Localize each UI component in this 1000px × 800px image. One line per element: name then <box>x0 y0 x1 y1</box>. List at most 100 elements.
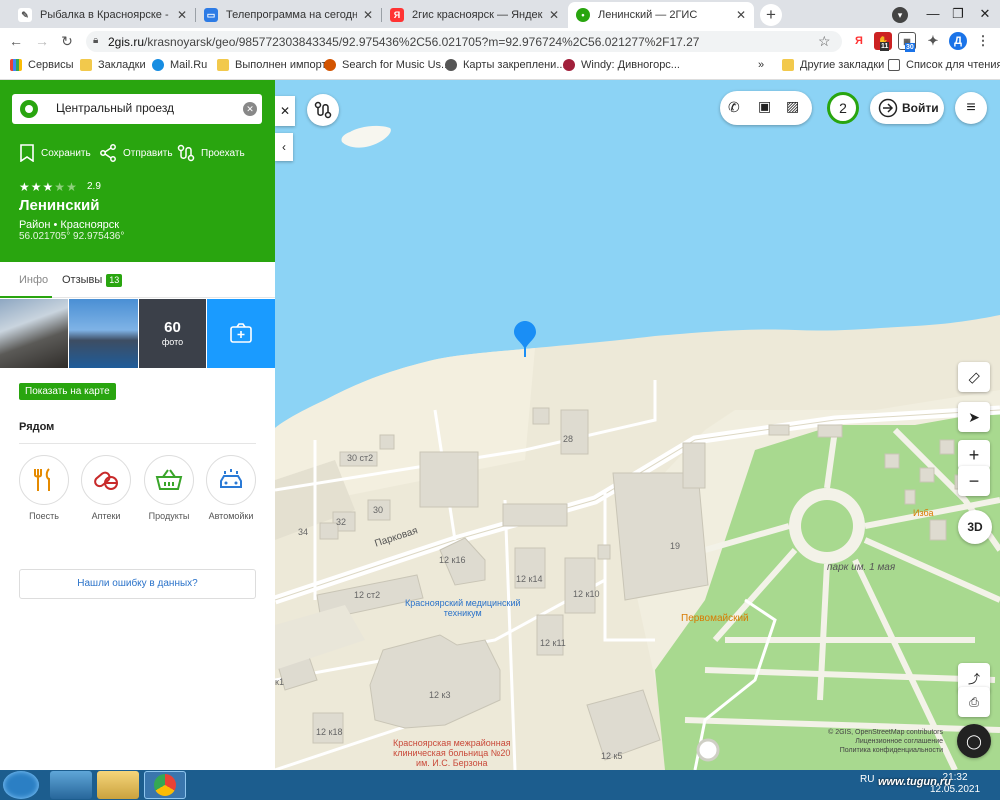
bookmark-folder-import[interactable]: Выполнен импорт <box>217 59 327 71</box>
2gis-logo-icon <box>20 100 38 118</box>
building-label-12k16[interactable]: 12 к16 <box>439 555 465 565</box>
nearby-groceries[interactable]: Продукты <box>140 455 198 521</box>
photo-layer-icon[interactable]: ▨ <box>786 98 799 115</box>
building-label-12k10[interactable]: 12 к10 <box>573 589 599 599</box>
notifications-counter[interactable]: 2 <box>827 92 859 124</box>
profile-avatar[interactable]: Д <box>949 32 967 50</box>
building-label-12k14[interactable]: 12 к14 <box>516 574 542 584</box>
bookmark-star-icon[interactable]: ☆ <box>818 33 831 50</box>
search-box[interactable]: ✕ <box>12 94 262 124</box>
photo-thumbnail[interactable] <box>0 299 68 368</box>
poi-label-izba[interactable]: Изба <box>913 508 933 518</box>
browser-tab-tv[interactable]: ▭ Телепрограмма на сегодня и на ✕ <box>196 2 381 28</box>
nearby-food[interactable]: Поесть <box>15 455 73 521</box>
address-bar[interactable]: 🔒︎ 2gis.ru/krasnoyarsk/geo/9857723038433… <box>86 31 842 52</box>
building-label-19[interactable]: 19 <box>670 541 680 551</box>
nearby-pharmacy[interactable]: Аптеки <box>77 455 135 521</box>
new-tab-button[interactable]: + <box>760 4 782 26</box>
save-button[interactable]: Сохранить <box>19 144 91 162</box>
park-label[interactable]: парк им. 1 мая <box>827 562 895 573</box>
close-tab-icon[interactable]: ✕ <box>177 8 187 22</box>
poi-label-hospital[interactable]: Красноярская межрайонная клиническая бол… <box>393 738 511 768</box>
start-button[interactable] <box>3 771 39 799</box>
minimize-icon[interactable]: — <box>920 4 946 24</box>
windy-icon <box>563 59 575 71</box>
browser-tab-2gis[interactable]: • Ленинский — 2ГИС ✕ <box>568 2 754 28</box>
route-button[interactable]: Проехать <box>177 144 245 162</box>
browser-tab-yandex[interactable]: Я 2гис красноярск — Яндекс: наш ✕ <box>382 2 567 28</box>
chat-button[interactable]: ◯ <box>957 724 991 758</box>
clear-search-icon[interactable]: ✕ <box>243 102 257 116</box>
forward-arrow-icon[interactable]: → <box>32 31 52 51</box>
screenshot-ext-icon[interactable]: ▦ 30 <box>898 32 916 52</box>
tab-info[interactable]: Инфо <box>19 274 48 286</box>
bookmark-music[interactable]: Search for Music Us... <box>324 59 450 71</box>
building-label-12k18[interactable]: 12 к18 <box>316 727 342 737</box>
building-label-12st2[interactable]: 12 ст2 <box>354 590 380 600</box>
my-location-button[interactable]: ➤ <box>958 402 990 432</box>
tab-search-icon[interactable]: ▾ <box>887 4 913 24</box>
extensions-puzzle-icon[interactable]: ✦ <box>924 32 942 50</box>
building-label-12k11[interactable]: 12 к11 <box>540 638 566 648</box>
building-label-28[interactable]: 28 <box>563 434 573 444</box>
close-tab-icon[interactable]: ✕ <box>363 8 373 22</box>
building-label-30st2[interactable]: 30 ст2 <box>347 453 373 463</box>
bookmark-maps[interactable]: Карты закреплени... <box>445 59 566 71</box>
bookmark-services[interactable]: Сервисы <box>10 59 74 71</box>
more-photos-button[interactable]: 60 фото <box>139 299 206 368</box>
close-tab-icon[interactable]: ✕ <box>736 8 746 22</box>
tab-reviews[interactable]: Отзывы 13 <box>62 274 123 287</box>
bookmark-mailru[interactable]: Mail.Ru <box>152 59 207 71</box>
bookmarks-overflow[interactable]: » <box>758 59 764 71</box>
privacy-link[interactable]: Политика конфиденциальности <box>823 746 943 755</box>
print-button[interactable]: ⎙ <box>958 687 990 717</box>
license-link[interactable]: Лицензионное соглашение <box>823 737 943 746</box>
ruler-button[interactable]: ▭ <box>958 362 990 392</box>
bookmark-folder-other[interactable]: Другие закладки <box>782 59 884 71</box>
search-input[interactable] <box>56 101 236 115</box>
close-tab-icon[interactable]: ✕ <box>549 8 559 22</box>
poi-label-pervomayskiy[interactable]: Первомайский <box>681 613 749 624</box>
back-arrow-icon[interactable]: ← <box>6 31 26 51</box>
bookmark-windy[interactable]: Windy: Дивногорс... <box>563 59 680 71</box>
photo-thumbnail[interactable] <box>69 299 138 368</box>
zoom-out-button[interactable]: − <box>958 466 990 496</box>
building-label-12k3[interactable]: 12 к3 <box>429 690 450 700</box>
send-button[interactable]: Отправить <box>99 144 173 162</box>
browser-tab-gims[interactable]: ✎ Рыбалка в Красноярске - ГИМС ✕ <box>10 2 195 28</box>
add-photo-button[interactable] <box>207 299 275 368</box>
routes-button[interactable] <box>307 94 339 126</box>
language-indicator[interactable]: RU <box>860 774 874 785</box>
login-button[interactable]: Войти <box>870 92 944 124</box>
report-error-button[interactable]: Нашли ошибку в данных? <box>19 569 256 599</box>
building-label-12k5[interactable]: 12 к5 <box>601 751 622 761</box>
explorer-taskbar-icon[interactable] <box>97 771 139 799</box>
ie-taskbar-icon[interactable] <box>50 771 92 799</box>
reload-icon[interactable]: ↻ <box>57 31 77 51</box>
close-window-icon[interactable]: ✕ <box>972 4 998 24</box>
building-label-30[interactable]: 30 <box>373 505 383 515</box>
close-panel-icon[interactable]: ✕ <box>275 96 295 126</box>
show-on-map-button[interactable]: Показать на карте <box>19 383 116 400</box>
bookmark-folder-zakladki[interactable]: Закладки <box>80 59 146 71</box>
poi-label-medical-college[interactable]: Красноярский медицинский техникум <box>405 598 521 618</box>
adblock-ext-icon[interactable]: ✋ 11 <box>874 32 892 51</box>
yandex-ext-icon[interactable]: Я <box>850 32 868 50</box>
location-pin-icon[interactable] <box>513 320 537 358</box>
building-label-32[interactable]: 32 <box>336 517 346 527</box>
nearby-groceries-circle <box>144 455 194 505</box>
collapse-panel-chevron-icon[interactable]: ‹ <box>275 133 293 161</box>
chrome-taskbar-icon[interactable] <box>144 771 186 799</box>
building-label-34[interactable]: 34 <box>298 527 308 537</box>
transport-icon[interactable]: ▣ <box>758 98 771 115</box>
main-menu-button[interactable]: ≡ <box>955 92 987 124</box>
nearby-carwash[interactable]: Автомойки <box>202 455 260 521</box>
nearby-carwash-circle <box>206 455 256 505</box>
reading-list[interactable]: Список для чтения <box>888 59 1000 71</box>
3d-toggle-button[interactable]: 3D <box>958 510 992 544</box>
maximize-icon[interactable]: ❐ <box>945 4 971 24</box>
browser-menu-icon[interactable]: ⋮ <box>974 32 992 50</box>
phone-icon[interactable]: ✆ <box>728 99 740 116</box>
building-label-k1[interactable]: к1 <box>275 677 284 687</box>
map-view[interactable]: 28 30 ст2 30 32 34 19 12 к16 12 к14 12 к… <box>275 80 1000 770</box>
